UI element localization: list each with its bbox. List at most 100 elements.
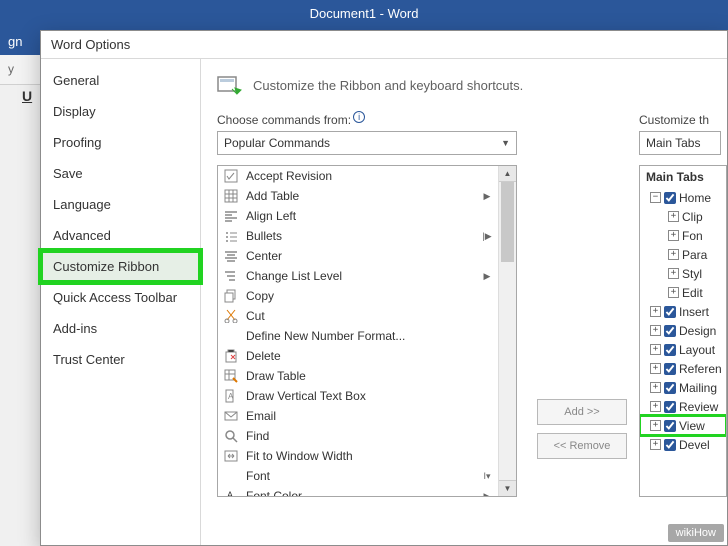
scroll-up-arrow[interactable]: ▲ bbox=[499, 166, 516, 182]
commands-listbox[interactable]: Accept Revision Add Table▶ Align Left Bulle… bbox=[217, 165, 517, 497]
command-item[interactable]: FontI▾ bbox=[218, 466, 498, 486]
tree-node-group[interactable]: +Para bbox=[640, 245, 726, 264]
submenu-indicator: ▶ bbox=[480, 271, 494, 282]
tab-checkbox[interactable] bbox=[664, 325, 676, 337]
tree-label: Edit bbox=[682, 286, 703, 300]
expand-icon[interactable]: + bbox=[650, 344, 661, 355]
command-item[interactable]: Align Left bbox=[218, 206, 498, 226]
customize-ribbon-dropdown[interactable]: Main Tabs bbox=[639, 131, 721, 155]
svg-text:A: A bbox=[228, 392, 234, 401]
ribbon-tabs-tree[interactable]: Main Tabs−Home+Clip+Fon+Para+Styl+Edit+I… bbox=[639, 165, 727, 497]
expand-icon[interactable]: + bbox=[650, 306, 661, 317]
tab-checkbox[interactable] bbox=[664, 439, 676, 451]
category-proofing[interactable]: Proofing bbox=[41, 127, 200, 158]
command-label: Email bbox=[246, 409, 480, 423]
expand-icon[interactable]: + bbox=[650, 325, 661, 336]
tab-checkbox[interactable] bbox=[664, 401, 676, 413]
command-label: Delete bbox=[246, 349, 480, 363]
command-label: Accept Revision bbox=[246, 169, 480, 183]
command-item[interactable]: Add Table▶ bbox=[218, 186, 498, 206]
category-language[interactable]: Language bbox=[41, 189, 200, 220]
word-options-dialog: Word Options GeneralDisplayProofingSaveL… bbox=[40, 30, 728, 546]
tab-checkbox[interactable] bbox=[664, 382, 676, 394]
command-item[interactable]: ADraw Vertical Text Box bbox=[218, 386, 498, 406]
command-label: Find bbox=[246, 429, 480, 443]
scroll-thumb[interactable] bbox=[501, 182, 514, 262]
list-level-icon bbox=[222, 268, 240, 284]
tree-node-insert[interactable]: +Insert bbox=[640, 302, 726, 321]
choose-commands-dropdown[interactable]: Popular Commands ▼ bbox=[217, 131, 517, 155]
command-item[interactable]: Draw Table bbox=[218, 366, 498, 386]
command-item[interactable]: Email bbox=[218, 406, 498, 426]
tree-node-devel[interactable]: +Devel bbox=[640, 435, 726, 454]
commands-scrollbar[interactable]: ▲ ▼ bbox=[498, 166, 516, 496]
expand-icon[interactable]: + bbox=[668, 211, 679, 222]
expand-icon[interactable]: + bbox=[650, 363, 661, 374]
command-item[interactable]: Center bbox=[218, 246, 498, 266]
expand-icon[interactable]: + bbox=[668, 268, 679, 279]
command-item[interactable]: Accept Revision bbox=[218, 166, 498, 186]
expand-icon[interactable]: + bbox=[668, 230, 679, 241]
remove-button[interactable]: << Remove bbox=[537, 433, 627, 459]
command-item[interactable]: Delete bbox=[218, 346, 498, 366]
options-category-list: GeneralDisplayProofingSaveLanguageAdvanc… bbox=[41, 59, 201, 545]
submenu-indicator: |▶ bbox=[480, 231, 494, 242]
category-customize-ribbon[interactable]: Customize Ribbon bbox=[41, 251, 200, 282]
tree-label: Home bbox=[679, 191, 711, 205]
tab-checkbox[interactable] bbox=[664, 192, 676, 204]
command-item[interactable]: Cut bbox=[218, 306, 498, 326]
table-icon bbox=[222, 188, 240, 204]
tree-node-review[interactable]: +Review bbox=[640, 397, 726, 416]
expand-icon[interactable]: + bbox=[650, 420, 661, 431]
expand-icon[interactable]: + bbox=[650, 439, 661, 450]
tree-node-design[interactable]: +Design bbox=[640, 321, 726, 340]
tree-node-mailing[interactable]: +Mailing bbox=[640, 378, 726, 397]
tree-label: Referen bbox=[679, 362, 722, 376]
find-icon bbox=[222, 428, 240, 444]
category-save[interactable]: Save bbox=[41, 158, 200, 189]
add-button[interactable]: Add >> bbox=[537, 399, 627, 425]
tree-node-group[interactable]: +Edit bbox=[640, 283, 726, 302]
expand-icon[interactable]: + bbox=[668, 287, 679, 298]
watermark: wikiHow bbox=[668, 524, 724, 542]
tab-checkbox[interactable] bbox=[664, 306, 676, 318]
info-icon[interactable]: i bbox=[353, 111, 365, 123]
expand-icon[interactable]: + bbox=[650, 382, 661, 393]
category-trust-center[interactable]: Trust Center bbox=[41, 344, 200, 375]
expand-icon[interactable]: + bbox=[668, 249, 679, 260]
choose-commands-value: Popular Commands bbox=[224, 136, 330, 150]
tree-node-home[interactable]: − Home bbox=[640, 188, 726, 207]
tree-node-group[interactable]: +Styl bbox=[640, 264, 726, 283]
category-add-ins[interactable]: Add-ins bbox=[41, 313, 200, 344]
tree-node-view[interactable]: +View bbox=[640, 416, 726, 435]
command-item[interactable]: Define New Number Format... bbox=[218, 326, 498, 346]
tree-node-group[interactable]: +Clip bbox=[640, 207, 726, 226]
category-advanced[interactable]: Advanced bbox=[41, 220, 200, 251]
command-label: Draw Table bbox=[246, 369, 480, 383]
command-item[interactable]: AFont Color▶ bbox=[218, 486, 498, 496]
command-item[interactable]: Copy bbox=[218, 286, 498, 306]
command-label: Center bbox=[246, 249, 480, 263]
tab-checkbox[interactable] bbox=[664, 344, 676, 356]
command-item[interactable]: Bullets|▶ bbox=[218, 226, 498, 246]
scroll-down-arrow[interactable]: ▼ bbox=[499, 480, 516, 496]
dialog-title-text: Word Options bbox=[51, 37, 130, 52]
tree-node-layout[interactable]: +Layout bbox=[640, 340, 726, 359]
tree-header: Main Tabs bbox=[640, 166, 726, 188]
submenu-indicator: I▾ bbox=[480, 471, 494, 482]
command-label: Align Left bbox=[246, 209, 480, 223]
category-general[interactable]: General bbox=[41, 65, 200, 96]
command-item[interactable]: Change List Level▶ bbox=[218, 266, 498, 286]
category-quick-access-toolbar[interactable]: Quick Access Toolbar bbox=[41, 282, 200, 313]
expand-icon[interactable]: + bbox=[650, 401, 661, 412]
blank-icon bbox=[222, 468, 240, 484]
tree-node-referen[interactable]: + Referen bbox=[640, 359, 726, 378]
command-item[interactable]: Find bbox=[218, 426, 498, 446]
category-display[interactable]: Display bbox=[41, 96, 200, 127]
tree-node-group[interactable]: +Fon bbox=[640, 226, 726, 245]
tab-checkbox[interactable] bbox=[664, 420, 676, 432]
collapse-icon[interactable]: − bbox=[650, 192, 661, 203]
tab-checkbox[interactable] bbox=[664, 363, 676, 375]
command-item[interactable]: Fit to Window Width bbox=[218, 446, 498, 466]
customize-ribbon-label: Customize th bbox=[639, 113, 709, 127]
